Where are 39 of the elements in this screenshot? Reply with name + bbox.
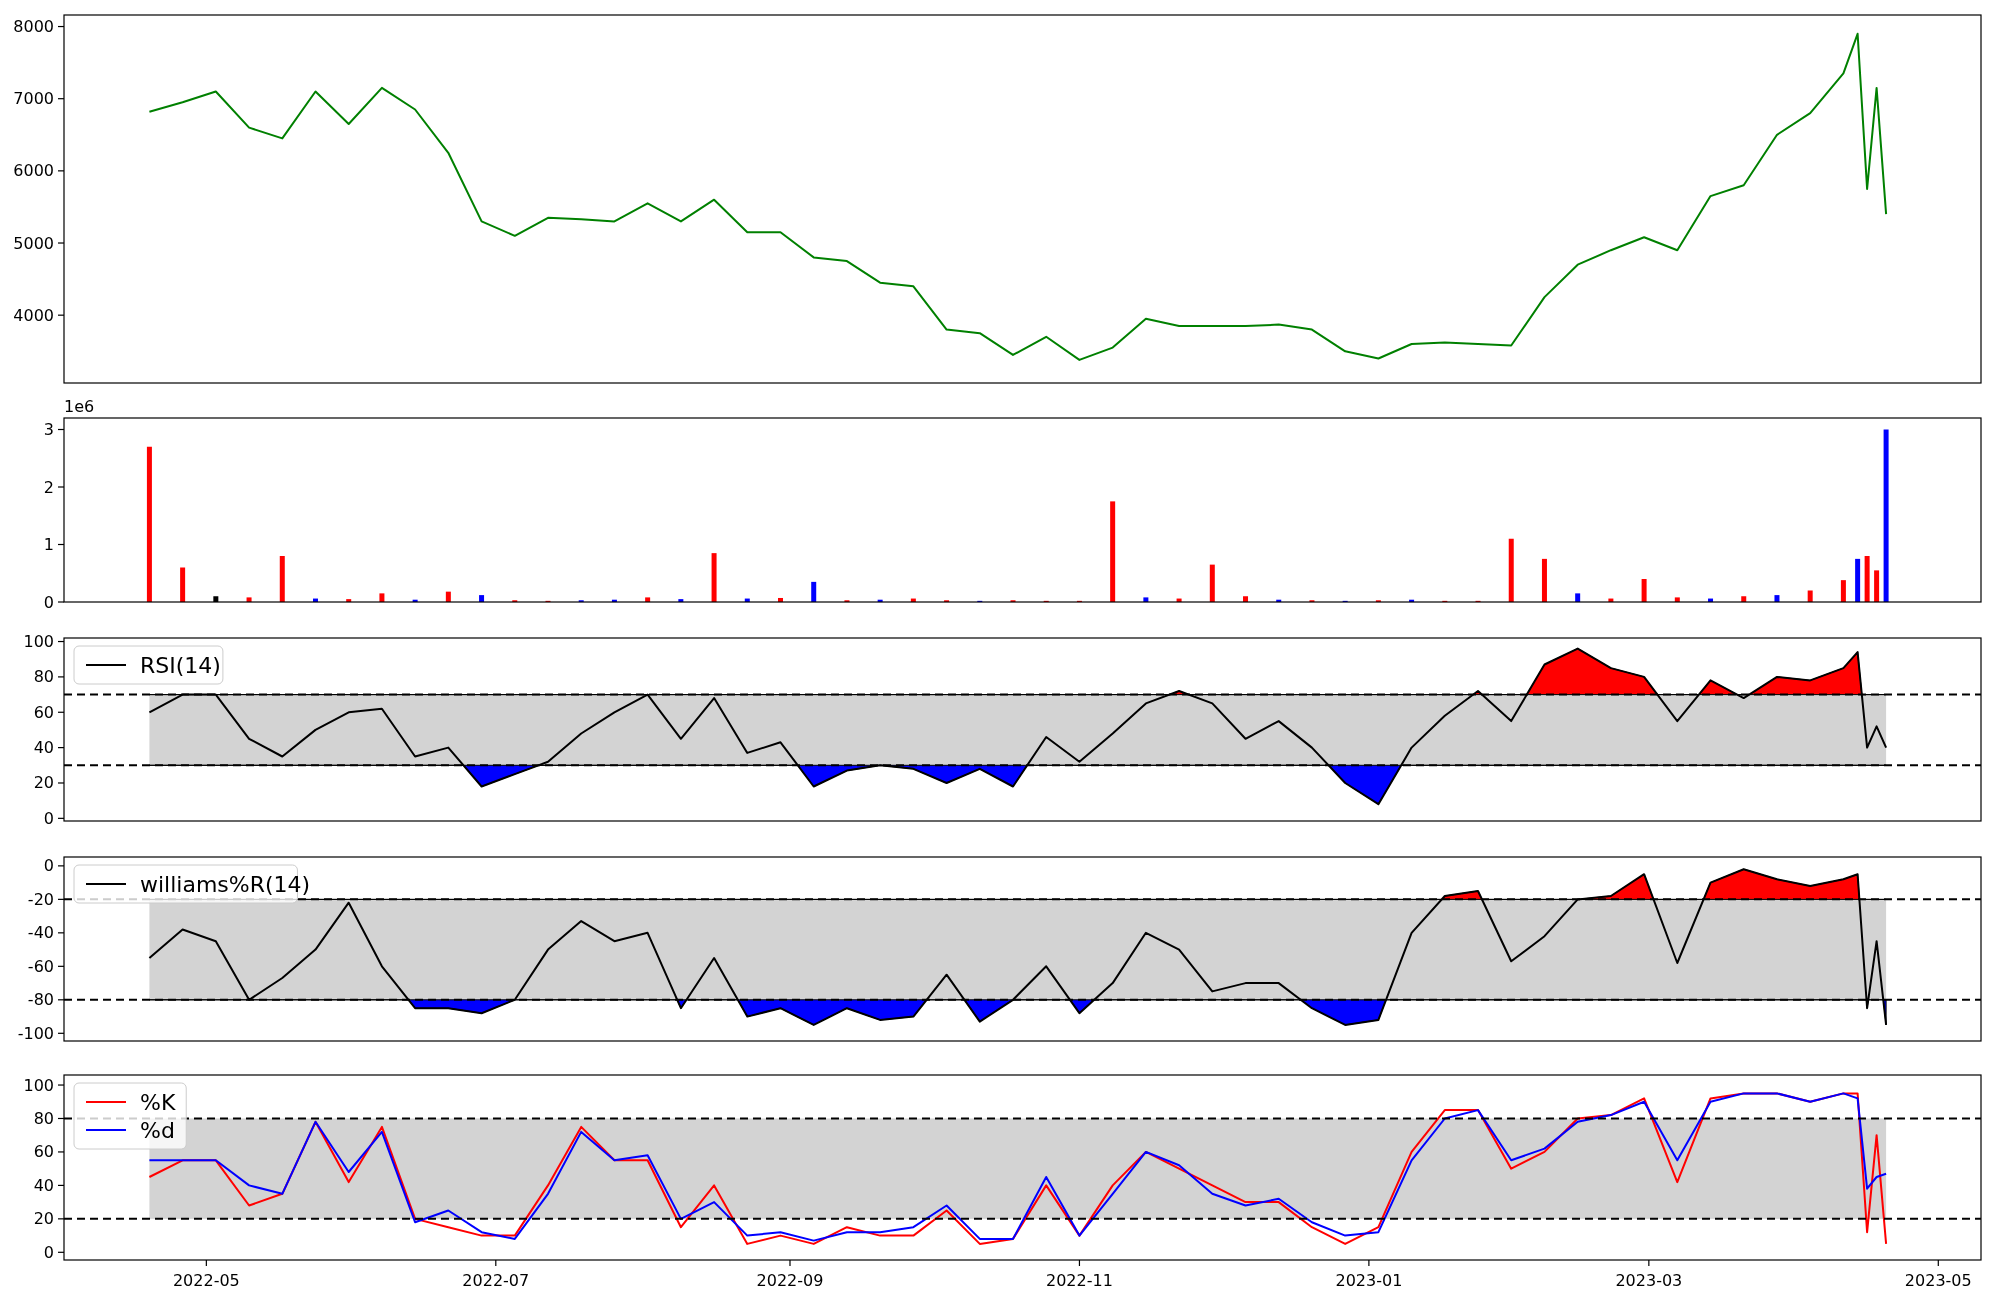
axis-offset-label: 1e6 <box>64 400 95 416</box>
legend-label: RSI(14) <box>140 652 221 678</box>
y-tick-label: 20 <box>33 1209 54 1229</box>
y-tick-label: 6000 <box>13 161 54 181</box>
y-tick-label: 0 <box>43 592 54 612</box>
y-tick-label: 100 <box>23 632 54 652</box>
x-tick-label: 2022-05 <box>172 1271 240 1290</box>
y-tick-label: 3 <box>43 420 54 439</box>
y-tick-label: 60 <box>33 702 54 722</box>
x-tick-label: 2022-07 <box>462 1271 530 1290</box>
y-tick-label: -20 <box>27 889 54 909</box>
y-tick-label: 60 <box>33 1142 54 1162</box>
x-tick-label: 2023-01 <box>1335 1271 1403 1290</box>
y-tick-label: 8000 <box>13 17 54 37</box>
y-tick-label: -100 <box>17 1023 54 1043</box>
y-tick-label: 80 <box>33 667 54 687</box>
legend-label: williams%R(14) <box>140 871 311 897</box>
y-tick-label: 0 <box>43 808 54 828</box>
legend-label: %K <box>140 1089 176 1115</box>
y-tick-label: 2 <box>43 477 54 497</box>
legend-label: %d <box>140 1117 175 1143</box>
y-tick-label: 20 <box>33 773 54 793</box>
y-tick-label: 40 <box>33 738 54 758</box>
y-tick-label: -60 <box>27 956 54 976</box>
x-tick-label: 2023-05 <box>1904 1271 1972 1290</box>
y-tick-label: 100 <box>23 1075 54 1095</box>
y-tick-label: 1 <box>43 535 54 554</box>
y-tick-label: 4000 <box>13 305 54 325</box>
y-tick-label: -80 <box>27 990 54 1010</box>
y-tick-label: 0 <box>43 1242 54 1262</box>
y-tick-label: 5000 <box>13 233 54 253</box>
x-tick-label: 2022-09 <box>756 1271 824 1290</box>
y-tick-label: 0 <box>43 856 54 876</box>
x-tick-label: 2022-11 <box>1046 1271 1113 1290</box>
y-tick-label: 40 <box>33 1175 54 1195</box>
y-tick-label: 80 <box>33 1109 54 1128</box>
x-tick-label: 2023-03 <box>1615 1271 1683 1290</box>
y-tick-label: -40 <box>27 923 54 943</box>
y-tick-label: 7000 <box>13 89 54 109</box>
